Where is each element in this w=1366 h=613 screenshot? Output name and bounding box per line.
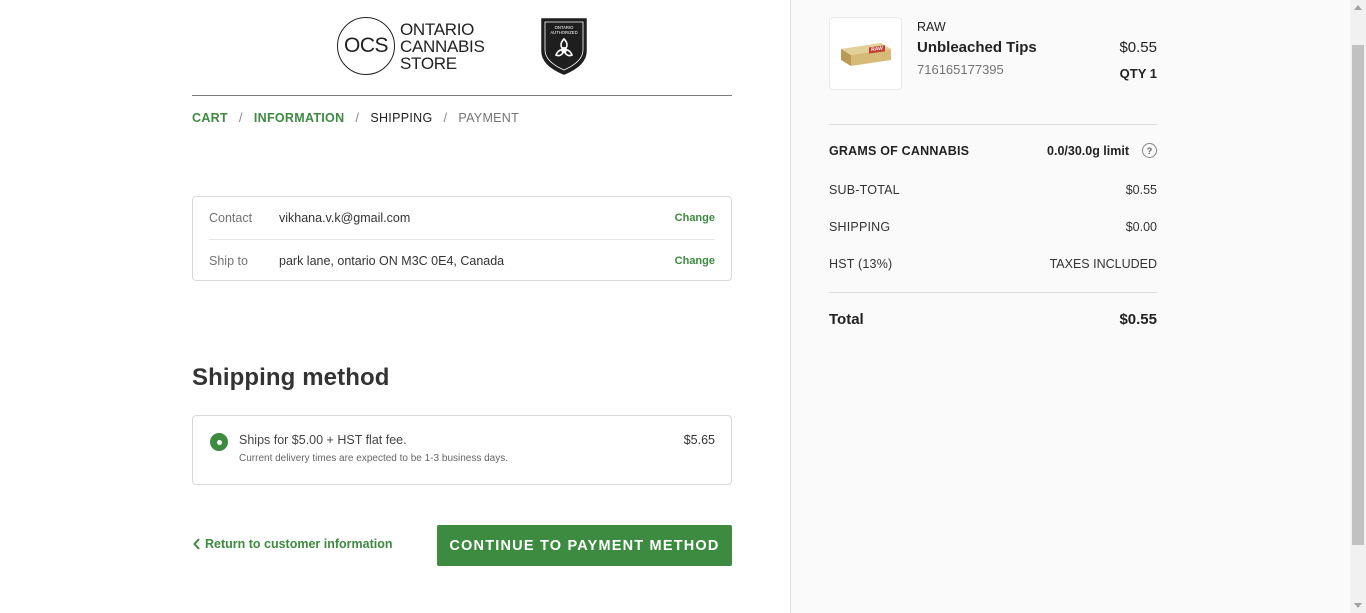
breadcrumb-separator: / [238, 110, 243, 125]
logo-line-1: ONTARIO [400, 19, 475, 39]
subtotal-row: SUB-TOTAL $0.55 [829, 183, 1157, 197]
tax-value: TAXES INCLUDED [1049, 257, 1157, 271]
review-ship-to-row: Ship to park lane, ontario ON M3C 0E4, C… [209, 239, 715, 281]
logo-line-2: CANNABIS [400, 36, 485, 56]
total-label: Total [829, 311, 864, 328]
return-to-information-link[interactable]: Return to customer information [192, 537, 393, 551]
continue-to-payment-button[interactable]: CONTINUE TO PAYMENT METHOD [437, 525, 732, 566]
subtotal-label: SUB-TOTAL [829, 183, 900, 197]
review-block: Contact vikhana.v.k@gmail.com Change Shi… [192, 196, 732, 281]
contact-label: Contact [209, 211, 253, 225]
product-price: $0.55 [1119, 39, 1157, 56]
product-brand: RAW [917, 20, 946, 34]
ontario-authorized-badge-icon: ONTARIO AUTHORIZED [541, 18, 587, 75]
logo-line-3: STORE [400, 53, 457, 73]
checkout-page: OCS ONTARIO CANNABIS STORE ONTARIO AUTHO… [0, 0, 1366, 613]
scroll-up-arrow-icon[interactable] [1354, 5, 1362, 10]
radio-selected-dot [216, 439, 222, 445]
order-summary-sidebar: RAW RAW Unbleached Tips 716165177395 $0.… [790, 0, 1350, 613]
badge-line-2: AUTHORIZED [550, 30, 577, 35]
breadcrumb-payment: PAYMENT [458, 110, 520, 125]
ocs-logo-wordmark: ONTARIO CANNABIS STORE [400, 21, 485, 72]
breadcrumb: CART / INFORMATION / SHIPPING / PAYMENT [192, 110, 519, 125]
shipping-option-radio[interactable] [210, 433, 228, 451]
shipping-row: SHIPPING $0.00 [829, 220, 1157, 234]
chevron-left-icon [193, 538, 200, 550]
grams-value-group: 0.0/30.0g limit ? [1047, 143, 1157, 158]
summary-divider [829, 292, 1157, 293]
shipping-option-price: $5.65 [683, 433, 715, 447]
page-scrollbar[interactable] [1350, 0, 1366, 613]
return-link-label: Return to customer information [205, 537, 393, 551]
breadcrumb-cart[interactable]: CART [192, 111, 228, 125]
breadcrumb-separator: / [443, 110, 448, 125]
product-name: Unbleached Tips [917, 39, 1037, 56]
change-contact-link[interactable]: Change [675, 212, 715, 224]
ocs-logo-mark: OCS [337, 17, 395, 75]
contact-value: vikhana.v.k@gmail.com [279, 211, 411, 225]
subtotal-value: $0.55 [1125, 183, 1157, 197]
product-thumbnail: RAW [829, 17, 902, 90]
shipping-option[interactable]: Ships for $5.00 + HST flat fee. Current … [192, 415, 732, 485]
tax-label: HST (13%) [829, 257, 893, 271]
help-icon[interactable]: ? [1142, 143, 1157, 158]
tax-row: HST (13%) TAXES INCLUDED [829, 257, 1157, 271]
product-sku: 716165177395 [917, 62, 1004, 77]
change-ship-to-link[interactable]: Change [675, 255, 715, 267]
shipping-label: SHIPPING [829, 220, 891, 234]
scroll-down-arrow-icon[interactable] [1354, 603, 1362, 608]
summary-divider [829, 124, 1157, 125]
site-header: OCS ONTARIO CANNABIS STORE ONTARIO AUTHO… [192, 0, 732, 96]
ship-to-value: park lane, ontario ON M3C 0E4, Canada [279, 253, 505, 268]
product-quantity: QTY 1 [1119, 66, 1157, 81]
product-image: RAW [840, 42, 891, 66]
shipping-value: $0.00 [1125, 220, 1157, 234]
grams-value: 0.0/30.0g limit [1047, 143, 1129, 158]
breadcrumb-shipping: SHIPPING [370, 110, 433, 125]
grams-row: GRAMS OF CANNABIS 0.0/30.0g limit ? [829, 143, 1157, 158]
breadcrumb-separator: / [355, 110, 360, 125]
ship-to-label: Ship to [209, 253, 248, 268]
shipping-option-label: Ships for $5.00 + HST flat fee. [239, 433, 407, 447]
shipping-option-note: Current delivery times are expected to b… [239, 453, 509, 464]
main-column: OCS ONTARIO CANNABIS STORE ONTARIO AUTHO… [192, 0, 732, 566]
shipping-method-title: Shipping method [192, 364, 390, 391]
scrollbar-thumb[interactable] [1352, 45, 1364, 545]
breadcrumb-information[interactable]: INFORMATION [254, 111, 345, 125]
total-value: $0.55 [1119, 311, 1157, 328]
ocs-logo[interactable]: OCS ONTARIO CANNABIS STORE [337, 17, 485, 75]
grams-label: GRAMS OF CANNABIS [829, 143, 970, 158]
review-contact-row: Contact vikhana.v.k@gmail.com Change [209, 197, 715, 239]
total-row: Total $0.55 [829, 311, 1157, 328]
